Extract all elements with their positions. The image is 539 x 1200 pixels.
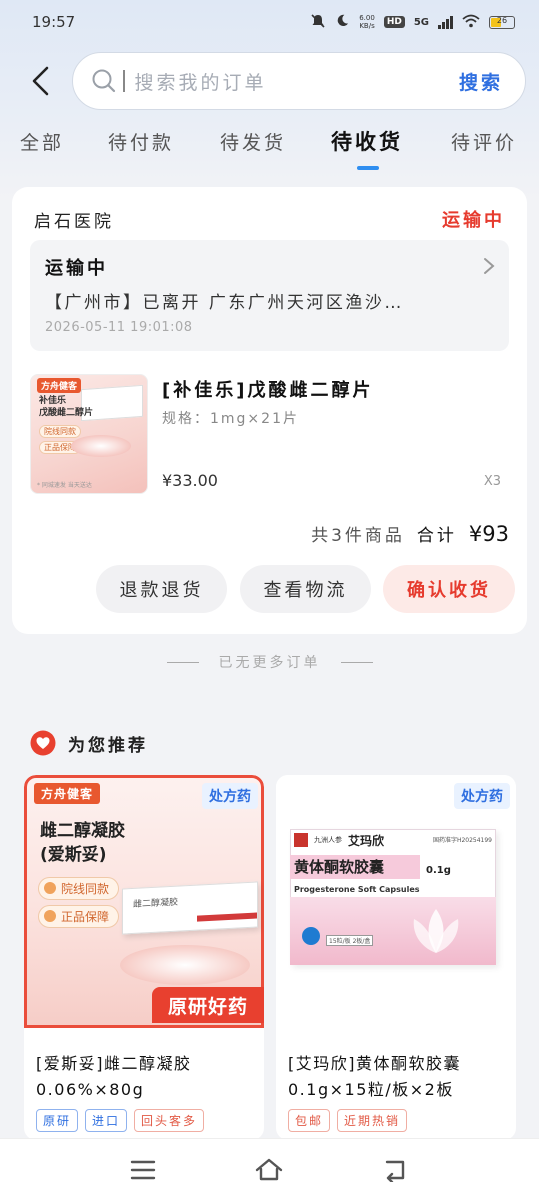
brand-mark-icon <box>294 833 308 847</box>
system-navigation-bar <box>0 1138 539 1200</box>
order-card[interactable]: 启石医院 运输中 运输中 【广州市】已离开 广东广州天河区渔沙… 2026-05… <box>12 187 527 634</box>
product-tag: 原研 <box>36 1109 79 1132</box>
text-cursor <box>123 70 125 92</box>
signal-icon <box>438 15 453 29</box>
back-button[interactable] <box>24 64 58 98</box>
order-status: 运输中 <box>442 210 505 231</box>
tab-pending-payment[interactable]: 待付款 <box>108 128 174 155</box>
recommend-tags: 包邮 近期热销 <box>288 1109 408 1132</box>
medicine-box-illustration: 雌二醇凝胶 <box>122 881 258 935</box>
item-count: 共3件商品 <box>311 526 405 546</box>
product-tag: 回头客多 <box>134 1109 205 1132</box>
thumb-tag: 院线同款 <box>39 425 81 438</box>
chevron-right-icon <box>484 258 495 274</box>
chevron-left-icon <box>32 66 49 96</box>
refund-button[interactable]: 退款退货 <box>96 565 227 613</box>
box-header: 九洲人参 艾玛欣 国药准字H20254199 <box>290 829 496 851</box>
network-type: 5G <box>413 16 429 28</box>
tab-pending-review[interactable]: 待评价 <box>451 128 517 155</box>
divider-line <box>340 661 373 663</box>
back-nav-button[interactable] <box>376 1150 416 1190</box>
search-placeholder: 搜索我的订单 <box>134 71 267 94</box>
product-image: 九洲人参 艾玛欣 国药准字H20254199 黄体酮软胶囊 0.1g Proge… <box>276 775 516 1028</box>
image-pill: 院线同款 <box>38 877 120 900</box>
box-dose: 0.1g <box>426 865 451 876</box>
divider-line <box>166 661 199 663</box>
recommend-card[interactable]: 九洲人参 艾玛欣 国药准字H20254199 黄体酮软胶囊 0.1g Proge… <box>276 775 516 1140</box>
moon-icon <box>335 13 350 31</box>
product-tag: 近期热销 <box>337 1109 408 1132</box>
recommend-product-name: [爱斯妥]雌二醇凝胶0.06%×80g <box>36 1054 192 1099</box>
box-pack-info: 15粒/板 2板/盒 <box>326 935 374 946</box>
prescription-badge: 处方药 <box>202 783 258 809</box>
status-time: 19:57 <box>32 13 76 31</box>
display-stage <box>120 945 250 985</box>
logistics-time: 2026-05-11 19:01:08 <box>45 320 193 335</box>
menu-icon <box>130 1160 156 1179</box>
order-status-tabs: 全部 待付款 待发货 待收货 待评价 <box>0 122 539 174</box>
active-tab-indicator <box>357 166 379 170</box>
brand-logo: 方舟健客 <box>34 783 101 804</box>
thumb-footer: * 同城速发 当天送达 <box>37 482 92 489</box>
home-button[interactable] <box>249 1150 289 1190</box>
net-speed: 6.00 KB/s <box>359 14 375 30</box>
product-quantity: X3 <box>483 474 501 489</box>
product-image[interactable]: 方舟健客 补佳乐 戊酸雌二醇片 院线同款 正品保障 * 同城速发 当天送达 <box>30 374 148 494</box>
display-stage <box>71 435 131 457</box>
tab-pending-shipment[interactable]: 待发货 <box>220 128 286 155</box>
box-product-name: 黄体酮软胶囊 <box>290 855 420 879</box>
recommend-card[interactable]: 方舟健客 雌二醇凝胶 (爱斯妥) 院线同款 正品保障 雌二醇凝胶 原研好药 处方… <box>24 775 264 1140</box>
product-price: ¥33.00 <box>162 471 218 490</box>
total-label: 合计 <box>416 526 457 546</box>
order-summary: 共3件商品 合计 ¥93 <box>311 521 509 546</box>
status-bar: 19:57 6.00 KB/s HD 5G 26 <box>0 0 539 44</box>
search-header: 搜索我的订单 搜索 <box>0 52 539 110</box>
menu-button[interactable] <box>123 1150 163 1190</box>
logistics-detail: 【广州市】已离开 广东广州天河区渔沙… <box>45 293 404 313</box>
image-title: 雌二醇凝胶 (爱斯妥) <box>40 821 125 865</box>
search-icon <box>92 69 116 93</box>
image-banner: 原研好药 <box>152 987 264 1023</box>
lotus-icon <box>413 909 459 953</box>
logistics-info[interactable]: 运输中 【广州市】已离开 广东广州天河区渔沙… 2026-05-11 19:01… <box>30 240 509 351</box>
recommend-tags: 原研 进口 回头客多 <box>36 1109 205 1132</box>
battery-icon: 26 <box>489 15 515 29</box>
confirm-receipt-button[interactable]: 确认收货 <box>383 565 515 613</box>
prescription-badge: 处方药 <box>454 783 510 809</box>
hd-badge: HD <box>383 16 405 28</box>
total-amount: ¥93 <box>468 522 509 546</box>
view-logistics-button[interactable]: 查看物流 <box>240 565 371 613</box>
product-name[interactable]: [补佳乐]戊酸雌二醇片 <box>162 376 373 402</box>
heart-icon <box>30 730 56 756</box>
tab-pending-receipt[interactable]: 待收货 <box>331 126 403 156</box>
product-image: 方舟健客 雌二醇凝胶 (爱斯妥) 院线同款 正品保障 雌二醇凝胶 原研好药 处方… <box>24 775 264 1028</box>
brand-logo: 方舟健客 <box>37 378 82 393</box>
home-icon <box>256 1158 283 1180</box>
recommend-product-name: [艾玛欣]黄体酮软胶囊0.1g×15粒/板×2板 <box>288 1054 461 1099</box>
logistics-status: 运输中 <box>45 258 108 279</box>
shop-name[interactable]: 启石医院 <box>34 207 114 232</box>
no-more-divider: 已无更多订单 <box>0 652 539 672</box>
search-button[interactable]: 搜索 <box>459 68 503 95</box>
tab-all[interactable]: 全部 <box>20 128 64 155</box>
recommend-header: 为您推荐 <box>30 730 148 756</box>
product-tag: 进口 <box>85 1109 128 1132</box>
wifi-icon <box>462 14 480 31</box>
recommend-title: 为您推荐 <box>68 735 148 756</box>
status-icons: 6.00 KB/s HD 5G 26 <box>310 13 515 32</box>
no-more-text: 已无更多订单 <box>218 655 321 671</box>
search-input[interactable]: 搜索我的订单 搜索 <box>72 52 526 110</box>
image-pill: 正品保障 <box>38 905 120 928</box>
product-spec: 规格：1mg×21片 <box>162 411 299 427</box>
box-english-name: Progesterone Soft Capsules <box>294 885 420 894</box>
back-icon <box>385 1160 405 1182</box>
thumb-title: 补佳乐 戊酸雌二醇片 <box>39 396 94 418</box>
product-tag: 包邮 <box>288 1109 331 1132</box>
mute-icon <box>310 13 326 32</box>
seal-icon <box>302 927 320 945</box>
